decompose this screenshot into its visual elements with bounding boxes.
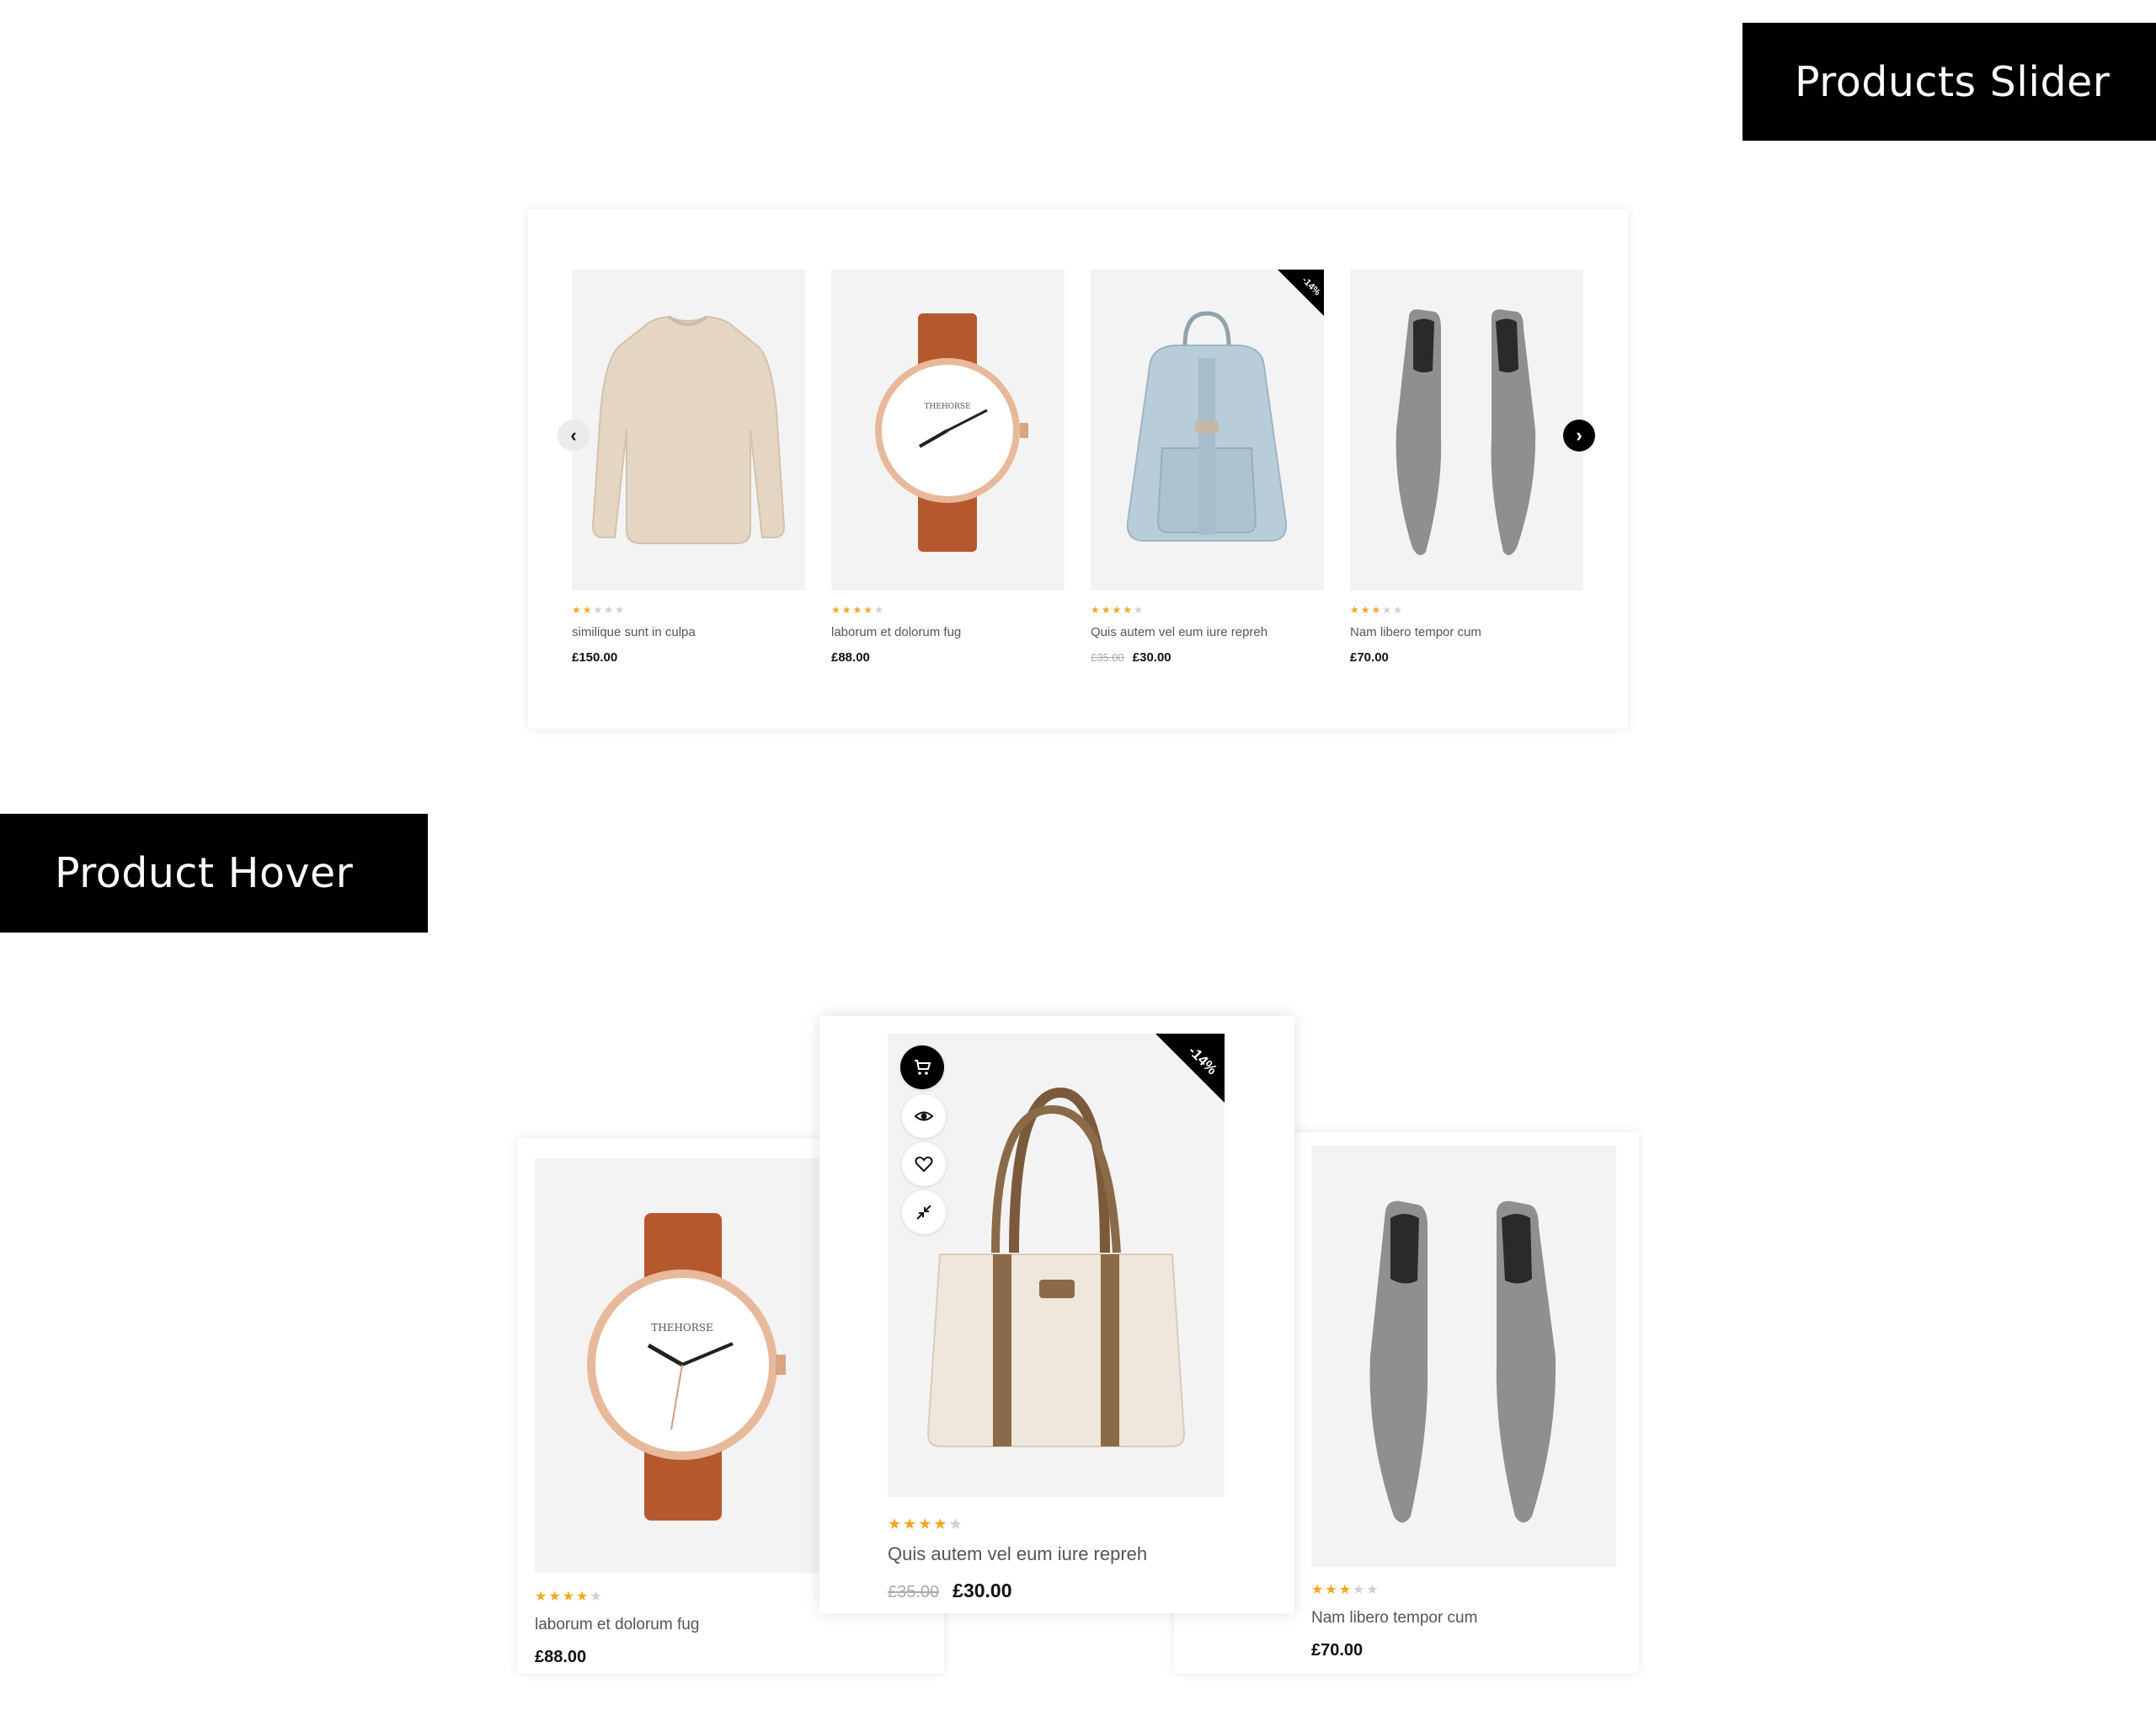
product-title[interactable]: laborum et dolorum fug — [535, 1616, 699, 1634]
product-rating: ★ ★ ★ ★ ★ — [1091, 604, 1143, 616]
chevron-right-icon: › — [1576, 425, 1582, 446]
product-image-backpack[interactable]: -14% — [1091, 270, 1324, 591]
compare-button[interactable] — [902, 1190, 946, 1234]
product-rating: ★ ★ ★ ★ ★ — [831, 604, 883, 616]
product-price: £88.00 — [831, 650, 870, 665]
product-old-price: £35.00 — [1091, 651, 1124, 664]
product-image-watch[interactable]: THEHORSE — [535, 1158, 838, 1573]
product-title[interactable]: Nam libero tempor cum — [1311, 1609, 1477, 1628]
slider-prev-button[interactable]: ‹ — [558, 420, 590, 452]
product-rating: ★ ★ ★ ★ ★ — [888, 1516, 963, 1532]
product-image-watch[interactable]: THEHORSE — [831, 270, 1065, 591]
product-price-row: £150.00 — [572, 650, 617, 665]
product-price-row: £35.00 £30.00 — [1091, 650, 1171, 665]
product-title[interactable]: similique sunt in culpa — [572, 625, 696, 639]
cart-icon — [915, 1060, 931, 1075]
product-price: £70.00 — [1311, 1641, 1364, 1660]
product-old-price: £35.00 — [888, 1583, 940, 1601]
product-price-row: £70.00 — [1311, 1641, 1363, 1660]
product-title[interactable]: laborum et dolorum fug — [831, 625, 961, 639]
product-price: £30.00 — [953, 1580, 1012, 1601]
product-price: £150.00 — [572, 650, 618, 665]
slider-next-button[interactable]: › — [1563, 420, 1595, 452]
product-rating: ★ ★ ★ ★ ★ — [572, 604, 624, 616]
product-price: £70.00 — [1350, 650, 1389, 665]
quick-view-button[interactable] — [902, 1094, 946, 1138]
add-to-cart-button[interactable] — [900, 1045, 944, 1089]
product-price: £88.00 — [535, 1648, 587, 1666]
product-rating: ★ ★ ★ ★ ★ — [1311, 1583, 1379, 1597]
products-slider-heading: Products Slider — [1742, 23, 2156, 141]
product-rating: ★ ★ ★ ★ ★ — [1350, 604, 1402, 616]
product-title[interactable]: Quis autem vel eum iure repreh — [888, 1543, 1147, 1565]
product-image-boots[interactable] — [1350, 270, 1583, 591]
eye-icon — [914, 1111, 934, 1121]
product-title[interactable]: Nam libero tempor cum — [1350, 625, 1481, 639]
add-to-wishlist-button[interactable] — [902, 1142, 946, 1186]
svg-text:THEHORSE: THEHORSE — [651, 1322, 713, 1334]
product-image-boots[interactable] — [1311, 1146, 1616, 1567]
compare-icon — [916, 1205, 931, 1220]
product-price: £30.00 — [1132, 650, 1171, 665]
product-hover-heading: Product Hover — [0, 814, 428, 933]
chevron-left-icon: ‹ — [570, 425, 577, 446]
product-image-sweater[interactable] — [572, 270, 805, 591]
heart-icon — [915, 1156, 933, 1173]
product-price-row: £88.00 — [831, 650, 870, 665]
svg-text:THEHORSE: THEHORSE — [924, 403, 970, 411]
product-price-row: £35.00 £30.00 — [888, 1580, 1012, 1602]
product-title[interactable]: Quis autem vel eum iure repreh — [1091, 625, 1267, 639]
product-price-row: £70.00 — [1350, 650, 1389, 665]
product-rating: ★ ★ ★ ★ ★ — [535, 1590, 602, 1604]
product-price-row: £88.00 — [535, 1648, 586, 1667]
